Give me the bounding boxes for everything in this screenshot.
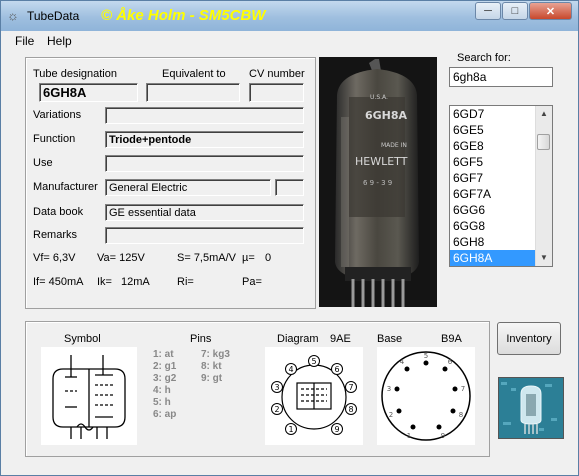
variations-field[interactable] [105,107,304,124]
function-label: Function [33,133,76,145]
window-title: TubeData [27,9,80,23]
pin-entry: 6: ap [153,409,177,420]
mu-label: µ= [242,252,255,264]
remarks-label: Remarks [33,229,78,241]
svg-text:5: 5 [311,357,316,366]
pa-label: Pa= [242,276,262,288]
window-controls: ─ □ ✕ [474,2,572,20]
scroll-down-icon[interactable]: ▼ [536,250,552,266]
menu-file[interactable]: File [15,34,34,48]
equivalent-to-field[interactable] [146,83,240,102]
svg-text:6: 6 [448,358,453,366]
symbol-label: Symbol [64,333,101,345]
scroll-up-icon[interactable]: ▲ [536,106,552,122]
ik-label: Ik= [97,276,112,288]
va-value: Va= 125V [97,252,145,264]
photo-print-brand: HEWLETT [355,155,408,168]
equivalent-to-label: Equivalent to [162,68,226,80]
remarks-field[interactable] [105,227,304,244]
manufacturer-label: Manufacturer [33,181,98,193]
ri-label: Ri= [177,276,194,288]
menu-help[interactable]: Help [47,34,72,48]
maximize-button[interactable]: □ [502,2,528,20]
svg-text:3: 3 [274,383,279,392]
connection-diagram: 5 4 6 3 7 2 8 1 9 [265,347,363,445]
tube-designation-field[interactable]: 6GH8A [39,83,138,102]
data-book-field[interactable]: GE essential data [105,204,304,221]
mu-value: 0 [265,252,272,264]
scroll-thumb[interactable] [537,134,550,150]
title-bar[interactable]: ☼ TubeData © Åke Holm - SM5CBW ─ □ ✕ [1,1,578,31]
base-diagram: 5 4 6 3 7 2 8 1 9 [377,347,475,445]
ik-value: 12mA [121,276,150,288]
inventory-button[interactable]: Inventory [497,322,561,355]
svg-text:7: 7 [461,385,465,393]
tube-logo-image [498,377,564,439]
svg-text:4: 4 [400,358,405,366]
tube-symbol [41,347,137,445]
svg-text:2: 2 [274,405,279,414]
pins-column-right: 7: kg3 8: kt 9: gt [201,349,230,385]
pin-entry: 3: g2 [153,373,177,384]
pin-entry: 9: gt [201,373,223,384]
bulb-icon: ☼ [7,8,19,23]
pin-entry: 8: kt [201,361,222,372]
cv-number-label: CV number [249,68,305,80]
pin-entry: 7: kg3 [201,349,230,360]
manufacturer-code-field[interactable] [275,179,304,196]
pins-label: Pins [190,333,212,345]
pin-entry: 5: h [153,397,171,408]
search-input[interactable]: 6gh8a [449,67,553,87]
svg-text:5: 5 [424,352,428,360]
photo-print-type: 6GH8A [365,109,408,122]
photo-print-usa: U.S.A. [370,94,388,101]
diagram-label: Diagram [277,333,319,345]
svg-text:7: 7 [348,383,353,392]
svg-text:2: 2 [389,411,393,419]
main-window: ☼ TubeData © Åke Holm - SM5CBW ─ □ ✕ Fil… [0,0,579,476]
s-value: S= 7,5mA/V [177,252,237,264]
photo-print-made: MADE IN [381,142,407,149]
use-field[interactable] [105,155,304,172]
svg-text:4: 4 [288,365,293,374]
svg-text:3: 3 [387,385,391,393]
svg-text:6: 6 [334,365,339,374]
base-code: B9A [441,333,462,345]
minimize-button[interactable]: ─ [475,2,501,20]
pin-entry: 4: h [153,385,171,396]
tube-list[interactable]: 6GD7 6GE5 6GE8 6GF5 6GF7 6GF7A 6GG6 6GG8 6GH8 6GH… [449,105,553,267]
photo-print-code: 6 9 - 3 9 [363,179,392,187]
tube-photo: U.S.A. 6GH8A MADE IN HEWLETT 6 9 - 3 9 [319,57,437,307]
tube-list-scrollbar[interactable]: ▲ ▼ [535,106,552,266]
use-label: Use [33,157,53,169]
svg-text:1: 1 [288,425,293,434]
svg-text:9: 9 [334,425,339,434]
cv-number-field[interactable] [249,83,304,102]
tube-designation-label: Tube designation [33,68,117,80]
base-label: Base [377,333,403,345]
manufacturer-field[interactable]: General Electric [105,179,271,196]
function-field[interactable]: Triode+pentode [105,131,304,148]
pin-entry: 2: g1 [153,361,177,372]
svg-text:8: 8 [348,405,353,414]
diagram-code: 9AE [330,333,351,345]
svg-text:9: 9 [441,432,445,440]
variations-label: Variations [33,109,82,121]
data-book-label: Data book [33,206,84,218]
search-label: Search for: [457,52,511,64]
vf-value: Vf= 6,3V [33,252,76,264]
pins-column-left: 1: at 2: g1 3: g2 4: h 5: h 6: ap [153,349,176,421]
copyright-banner: © Åke Holm - SM5CBW [101,7,266,24]
menu-bar: File Help [9,31,571,51]
svg-text:8: 8 [459,411,463,419]
if-value: If= 450mA [33,276,84,288]
close-button[interactable]: ✕ [529,2,572,20]
svg-text:1: 1 [407,432,411,440]
pin-entry: 1: at [153,349,174,360]
